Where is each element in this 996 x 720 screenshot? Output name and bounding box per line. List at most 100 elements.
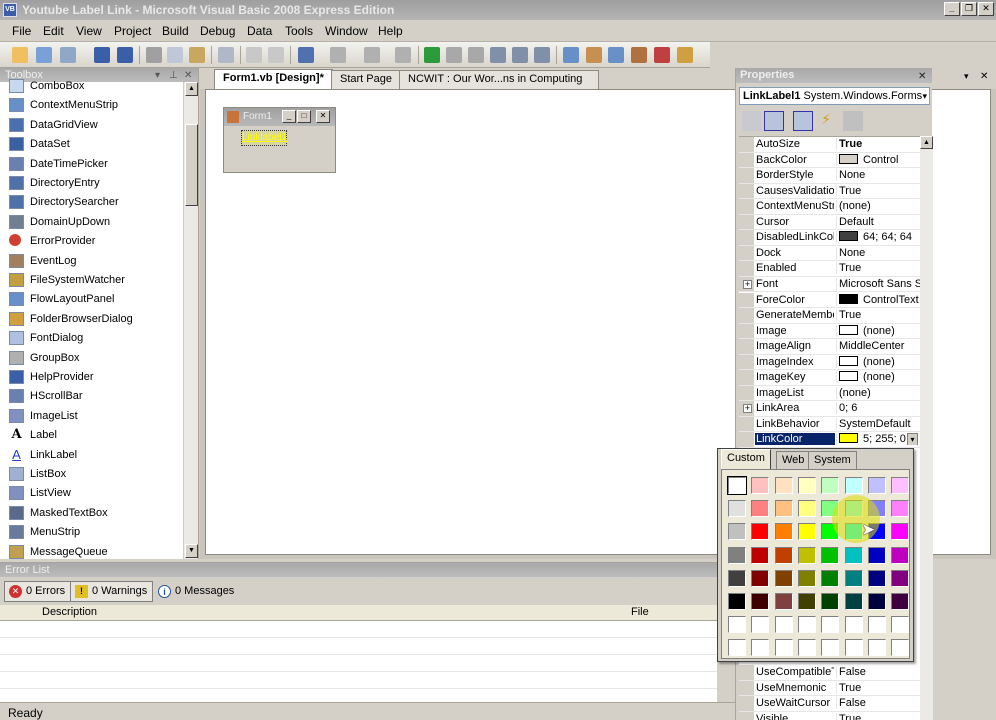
menu-debug[interactable]: Debug [200,24,235,38]
toolbox-item-domainupdown[interactable]: DomainUpDown [0,213,183,232]
color-cell[interactable] [844,593,863,610]
menu-project[interactable]: Project [114,24,151,38]
property-value[interactable]: False [836,697,920,710]
messages-toggle[interactable]: i 0 Messages [153,581,240,602]
save-icon[interactable] [94,47,110,63]
color-cell[interactable] [751,500,770,518]
color-cell[interactable] [751,569,770,587]
color-cell[interactable] [797,616,816,634]
tab-ncwit[interactable]: NCWIT : Our Wor...ns in Computing [399,70,599,89]
property-value[interactable]: MiddleCenter [836,340,920,353]
toolbox-item-combobox[interactable]: ComboBox [0,77,183,96]
toolbox-item-maskedtextbox[interactable]: MaskedTextBox [0,504,183,523]
form1[interactable]: Form1 _ □ ✕ Linklabel1 [223,107,336,173]
toolbox-item-eventlog[interactable]: EventLog [0,252,183,271]
color-cell[interactable] [774,500,793,518]
color-cell[interactable] [774,616,793,634]
property-value[interactable]: (none) [836,324,920,337]
property-row-usemnemonic[interactable]: UseMnemonic True [739,680,920,697]
color-cell[interactable] [797,546,816,564]
copy-icon[interactable] [167,47,183,63]
property-value[interactable]: Microsoft Sans Serif [836,277,920,290]
property-row-imageindex[interactable]: ImageIndex (none) [739,354,920,371]
add-form-icon[interactable] [60,47,76,63]
toolbox-item-menustrip[interactable]: MenuStrip [0,523,183,542]
color-cell[interactable] [891,546,910,564]
property-row-linkcolor[interactable]: LinkColor 5; 255; 0 ▾ [739,432,920,448]
color-cell[interactable] [844,569,863,587]
color-cell[interactable] [751,477,770,494]
navigate-forward-icon[interactable] [395,47,411,63]
property-value[interactable]: (none) [836,355,920,368]
color-cell[interactable] [821,616,840,634]
color-cell[interactable] [821,546,840,564]
object-browser-icon[interactable] [608,47,624,63]
solution-explorer-icon[interactable] [563,47,579,63]
step-into-icon[interactable] [490,47,506,63]
property-row-backcolor[interactable]: BackColor Control [739,152,920,169]
expand-icon[interactable]: + [743,279,752,289]
color-cell[interactable] [797,477,816,494]
alphabetical-icon[interactable] [764,111,784,131]
property-value[interactable]: 64; 64; 64 [836,231,920,244]
color-cell[interactable] [797,523,816,541]
start-page-icon[interactable] [677,47,693,63]
tab-form1-design[interactable]: Form1.vb [Design]* [214,69,333,89]
toolbox-item-contextmenustrip[interactable]: ContextMenuStrip [0,96,183,115]
menu-file[interactable]: File [12,24,31,38]
toolbox-item-helpprovider[interactable]: HelpProvider [0,368,183,387]
color-cell[interactable] [751,639,770,657]
property-row-linkbehavior[interactable]: LinkBehavior SystemDefault [739,416,920,433]
column-description[interactable]: Description [42,606,97,618]
property-row-generatemember[interactable]: GenerateMember True [739,308,920,324]
undo-icon[interactable] [298,47,314,63]
property-row-autosize[interactable]: AutoSize True [739,137,920,153]
scroll-thumb[interactable] [185,124,198,206]
close-button[interactable]: ✕ [978,2,994,16]
restore-button[interactable]: ❐ [961,2,977,16]
toolbox-item-datagridview[interactable]: DataGridView [0,116,183,135]
color-cell[interactable] [867,639,886,657]
color-cell[interactable] [728,593,746,610]
cut-icon[interactable] [146,47,162,63]
color-cell[interactable] [867,477,886,494]
color-cell[interactable] [751,546,770,564]
toolbox-item-directorysearcher[interactable]: DirectorySearcher [0,193,183,212]
property-value[interactable]: SystemDefault [836,417,920,430]
property-value[interactable]: (none) [836,200,920,213]
color-cell[interactable] [774,546,793,564]
property-value[interactable]: Default [836,215,920,228]
color-cell[interactable] [821,593,840,610]
expand-icon[interactable]: + [743,404,752,414]
scroll-up-icon[interactable]: ▲ [185,82,198,96]
warnings-toggle[interactable]: ! 0 Warnings [70,581,154,602]
tab-custom[interactable]: Custom [721,449,771,469]
color-cell[interactable] [751,616,770,634]
toolbox-item-groupbox[interactable]: GroupBox [0,349,183,368]
property-row-enabled[interactable]: Enabled True [739,261,920,277]
paste-icon[interactable] [189,47,205,63]
errors-toggle[interactable]: ✕ 0 Errors [4,581,72,602]
menu-window[interactable]: Window [325,24,368,38]
redo-icon[interactable] [330,47,346,63]
toolbox-item-messagequeue[interactable]: MessageQueue [0,543,183,562]
property-value[interactable]: (none) [836,371,920,384]
color-cell[interactable] [728,500,746,518]
save-all-icon[interactable] [117,47,133,63]
properties-window-icon[interactable] [586,47,602,63]
tab-dropdown-icon[interactable]: ▾ [964,71,969,82]
property-value[interactable]: True [836,309,920,322]
linklabel1-control[interactable]: Linklabel1 [241,130,287,146]
toolbox-item-listbox[interactable]: ListBox [0,465,183,484]
toolbox-item-fontdialog[interactable]: FontDialog [0,329,183,348]
property-grid-scrollbar[interactable]: ▲ [920,136,933,720]
property-row-borderstyle[interactable]: BorderStyle None [739,168,920,184]
color-cell[interactable] [891,616,910,634]
property-row-contextmenustrip[interactable]: ContextMenuStrip(none) [739,199,920,215]
database-explorer-icon[interactable] [654,47,670,63]
toolbox-item-linklabel[interactable]: A LinkLabel [0,446,183,465]
color-cell[interactable] [728,616,746,634]
property-value[interactable]: True [836,712,920,720]
property-row-disabledlinkcolor[interactable]: DisabledLinkColor64; 64; 64 [739,230,920,246]
color-cell[interactable] [774,593,793,610]
